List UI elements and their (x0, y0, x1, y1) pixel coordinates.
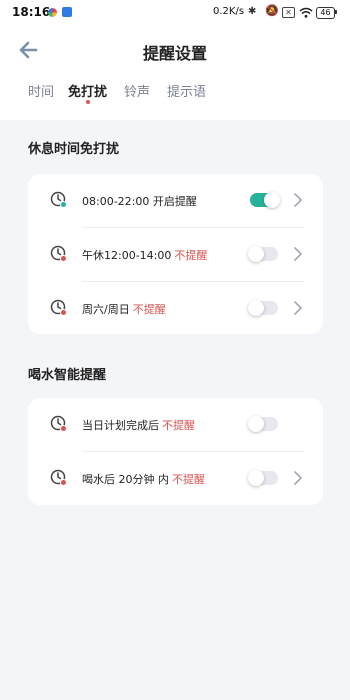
row-label: 当日计划完成后 不提醒 (82, 419, 195, 432)
network-speed: 0.2K/s (213, 6, 245, 17)
battery-icon: 46 (316, 7, 335, 19)
chevron-right-icon[interactable] (293, 246, 303, 262)
toggle-switch[interactable] (248, 470, 278, 486)
section-title-water: 喝水智能提醒 (28, 368, 107, 383)
list-item[interactable]: 喝水后 20分钟 内不提醒 (28, 452, 323, 506)
wifi-icon (299, 7, 313, 18)
toggle-knob (248, 470, 264, 486)
list-item[interactable]: 当日计划完成后 不提醒 (28, 398, 323, 452)
water-reminder-card: 当日计划完成后 不提醒 喝水后 20分钟 内不提醒 (28, 398, 323, 505)
tab-time[interactable]: 时间 (28, 81, 54, 100)
status-bar: 18:16 0.2K/s ✱ 🔕 ✕ 46 (0, 0, 350, 26)
list-item[interactable]: 周六/周日 不提醒 (28, 282, 323, 336)
bluetooth-icon: ✱ (248, 6, 257, 17)
row-label: 08:00-22:00 开启提醒 (82, 195, 197, 208)
clock-icon (50, 415, 67, 432)
row-label: 喝水后 20分钟 内不提醒 (82, 473, 205, 486)
toggle-switch[interactable] (248, 300, 278, 316)
page-title: 提醒设置 (142, 44, 207, 63)
header-panel: 18:16 0.2K/s ✱ 🔕 ✕ 46 提醒设置 时间 免打扰 铃声 提示语 (0, 0, 350, 120)
list-item[interactable]: 08:00-22:00 开启提醒 (28, 174, 323, 228)
clock-icon (50, 245, 67, 262)
toggle-switch[interactable] (248, 416, 278, 432)
toggle-switch[interactable] (250, 192, 280, 208)
toggle-switch[interactable] (248, 246, 278, 262)
toggle-knob (248, 416, 264, 432)
status-time: 18:16 (12, 5, 51, 19)
chevron-right-icon[interactable] (293, 300, 303, 316)
list-item[interactable]: 午休12:00-14:00 不提醒 (28, 228, 323, 282)
app-notification-icon (48, 8, 57, 17)
toggle-knob (248, 246, 264, 262)
chevron-right-icon[interactable] (293, 470, 303, 486)
active-tab-indicator (86, 100, 90, 104)
tab-do-not-disturb[interactable]: 免打扰 (68, 81, 107, 100)
rest-dnd-card: 08:00-22:00 开启提醒 午休12:00-14:00 不提醒 周六/周日不… (28, 174, 323, 334)
app-notification-icon-2 (62, 7, 72, 17)
clock-icon (50, 469, 67, 486)
clock-icon (50, 191, 67, 208)
tab-prompt[interactable]: 提示语 (167, 81, 206, 100)
mute-icon: 🔕 (265, 4, 279, 17)
toggle-knob (264, 192, 280, 208)
chevron-right-icon[interactable] (293, 192, 303, 208)
clock-icon (50, 299, 67, 316)
toggle-knob (248, 300, 264, 316)
section-title-rest: 休息时间免打扰 (28, 142, 120, 157)
row-label: 周六/周日 不提醒 (82, 303, 166, 316)
battery-cap (335, 10, 337, 14)
row-label: 午休12:00-14:00 不提醒 (82, 249, 208, 262)
sim-disabled-icon: ✕ (282, 7, 295, 18)
tab-ringtone[interactable]: 铃声 (124, 81, 150, 100)
